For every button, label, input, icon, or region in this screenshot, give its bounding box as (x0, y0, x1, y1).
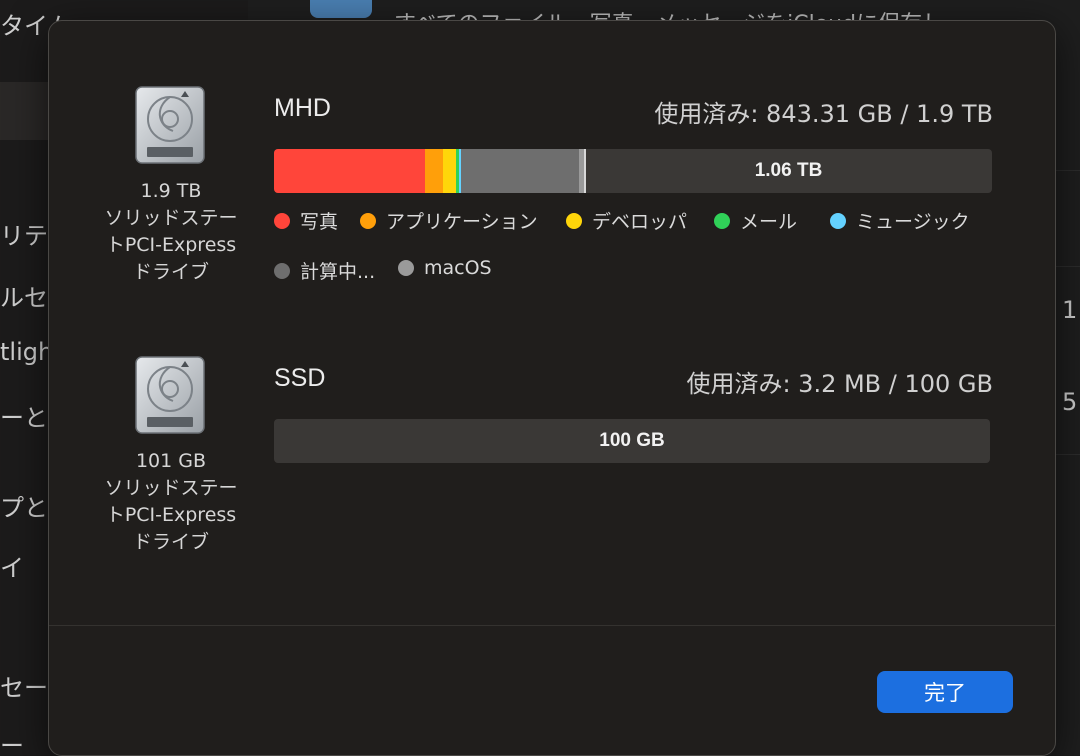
legend-label: macOS (424, 257, 492, 279)
hard-drive-icon (135, 86, 205, 164)
legend-dot-icon (274, 212, 290, 229)
legend-label: アプリケーション (386, 211, 538, 233)
background-sidebar-item: ー (0, 732, 24, 756)
legend-dot-icon (398, 260, 414, 276)
volume-usage: 使用済み: 843.31 GB / 1.9 TB (654, 100, 993, 128)
legend-dot-icon (360, 212, 376, 229)
done-button[interactable]: 完了 (877, 671, 1013, 713)
legend-item: デベロッパ (566, 207, 687, 234)
legend-item: アプリケーション (360, 207, 538, 234)
screen: すべてのファイル、写真、メッセージをiCloudに保存し タイム リテ ルセ t… (0, 0, 1080, 756)
volume-name: SSD (274, 364, 326, 392)
legend-label: ミュージック (856, 211, 970, 233)
background-icloud-icon (310, 0, 372, 18)
legend-dot-icon (566, 212, 582, 229)
legend-item: 計算中... (274, 257, 375, 284)
background-sidebar-item: ーと (0, 404, 48, 432)
drive-type-line: トPCI-Express (105, 504, 237, 526)
legend-label: メール (740, 211, 798, 233)
storage-dialog: 1.9 TB ソリッドステー トPCI-Express ドライブ MHD 使用済… (48, 20, 1056, 756)
drive-type-line: ソリッドステー (104, 477, 238, 499)
background-sidebar-item: リテ (0, 222, 48, 250)
volume-usage: 使用済み: 3.2 MB / 100 GB (686, 370, 993, 398)
hard-drive-icon (135, 356, 205, 434)
storage-segment[interactable] (425, 149, 443, 193)
storage-segment[interactable] (443, 149, 456, 193)
background-right-value: 5 (1062, 388, 1078, 416)
storage-segment[interactable] (274, 149, 425, 193)
background-sidebar-item: tligh (0, 338, 54, 366)
dialog-divider (49, 625, 1055, 626)
legend-item: 写真 (274, 207, 338, 234)
legend-item: ミュージック (830, 207, 970, 234)
legend-item: メール (714, 207, 797, 234)
background-sidebar-item: セー (0, 674, 48, 702)
legend-dot-icon (274, 262, 290, 279)
legend-dot-icon (830, 212, 846, 229)
legend-label: 写真 (300, 211, 339, 233)
storage-segment[interactable] (461, 149, 579, 193)
drive-type-line: トPCI-Express (105, 234, 237, 256)
legend-label: 計算中... (300, 261, 376, 283)
drive-capacity: 1.9 TB ソリッドステー トPCI-Express ドライブ (91, 178, 251, 286)
storage-bar[interactable]: 100 GB (274, 419, 990, 463)
background-sidebar-item: プと (0, 494, 48, 522)
drive-type-line: ドライブ (132, 531, 209, 553)
drive-type-line: ソリッドステー (104, 207, 238, 229)
free-space-label: 1.06 TB (754, 160, 823, 181)
capacity-text: 101 GB (135, 450, 207, 472)
background-right-value: 1 (1062, 296, 1078, 324)
drive-capacity: 101 GB ソリッドステー トPCI-Express ドライブ (91, 448, 251, 556)
legend-label: デベロッパ (592, 211, 688, 233)
background-sidebar-item: ルセ (0, 284, 48, 312)
legend-dot-icon (714, 212, 730, 229)
free-space-label: 100 GB (599, 430, 665, 451)
legend-item: macOS (398, 257, 492, 279)
storage-bar[interactable]: 1.06 TB (274, 149, 992, 193)
drive-type-line: ドライブ (132, 261, 209, 283)
volume-name: MHD (274, 94, 331, 122)
background-sidebar-item: イ (0, 554, 24, 582)
capacity-text: 1.9 TB (140, 180, 202, 202)
